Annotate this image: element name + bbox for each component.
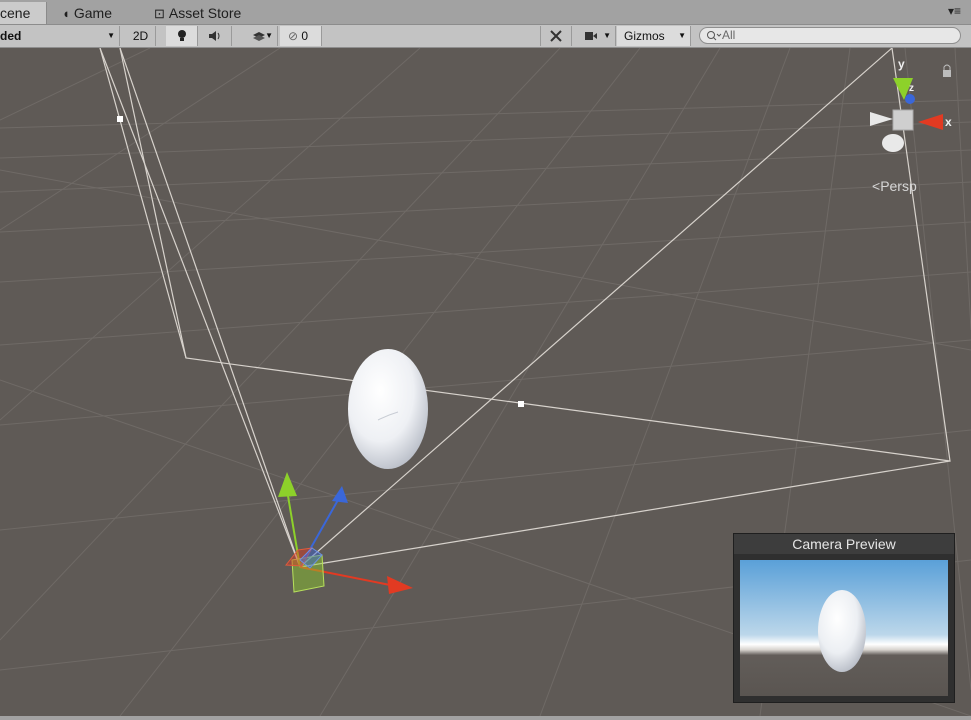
shading-mode-dropdown[interactable]: ded ▼	[0, 26, 120, 46]
bag-icon: ⊡	[154, 6, 165, 21]
capsule-object[interactable]	[348, 349, 428, 469]
chevron-down-icon: ▼	[107, 31, 115, 40]
frustum-handle[interactable]	[518, 401, 524, 407]
camera-preview-view	[740, 560, 948, 696]
search-input[interactable]: All	[699, 27, 961, 44]
neg-y-cone[interactable]	[882, 134, 904, 152]
camera-settings-dropdown[interactable]: ▼	[574, 26, 616, 46]
speaker-icon	[208, 31, 219, 41]
2d-toggle-button[interactable]: 2D	[126, 26, 156, 46]
search-placeholder: All	[722, 28, 736, 42]
camera-icon	[584, 32, 597, 40]
panel-menu-icon[interactable]: ▾≡	[948, 4, 961, 18]
pacman-icon: ◖	[62, 6, 70, 21]
audio-toggle-button[interactable]	[198, 26, 232, 46]
effects-dropdown[interactable]: ▼	[232, 26, 278, 46]
bottom-border	[0, 716, 971, 720]
preview-capsule	[818, 590, 866, 672]
tab-bar: cene ◖ Game ⊡ Asset Store ▾≡	[0, 0, 971, 25]
scene-toolbar: ded ▼ 2D ▼ ⊘ 0 ▼ Gizmos ▼ All	[0, 25, 971, 48]
search-icon	[707, 31, 722, 41]
2d-toggle-label: 2D	[132, 29, 149, 43]
tab-asset-store-label: Asset Store	[168, 5, 242, 21]
chevron-down-icon: ▼	[603, 31, 611, 40]
projection-label: Persp	[880, 178, 917, 194]
eye-slash-icon: ⊘	[288, 29, 299, 43]
frustum-handle[interactable]	[117, 116, 123, 122]
tools-button[interactable]	[540, 26, 572, 46]
hidden-objects-toggle[interactable]: ⊘ 0	[280, 26, 322, 46]
tab-game[interactable]: ◖ Game	[62, 2, 142, 24]
hidden-count: 0	[301, 29, 309, 43]
chevron-down-icon: ▼	[265, 31, 273, 40]
projection-toggle[interactable]: <Persp	[872, 178, 917, 194]
persp-icon: <	[872, 178, 881, 194]
tools-icon	[550, 30, 562, 42]
z-axis-label: z	[909, 83, 914, 94]
tab-scene[interactable]: cene	[0, 2, 47, 24]
chevron-down-icon: ▼	[678, 31, 686, 40]
tab-asset-store[interactable]: ⊡ Asset Store	[154, 2, 274, 24]
x-axis-label: x	[945, 115, 952, 129]
tab-scene-label: cene	[0, 5, 31, 21]
gizmos-dropdown[interactable]: Gizmos ▼	[617, 26, 691, 46]
lighting-toggle-button[interactable]	[166, 26, 198, 46]
tab-game-label: Game	[73, 5, 112, 21]
y-axis-label: y	[898, 57, 905, 71]
camera-preview-title: Camera Preview	[734, 534, 954, 554]
lightbulb-icon	[177, 30, 186, 41]
gizmos-label: Gizmos	[624, 29, 665, 43]
z-cone[interactable]	[905, 94, 915, 104]
view-cube[interactable]	[892, 109, 914, 131]
camera-preview: Camera Preview	[733, 533, 955, 703]
shading-mode-label: ded	[0, 29, 22, 43]
